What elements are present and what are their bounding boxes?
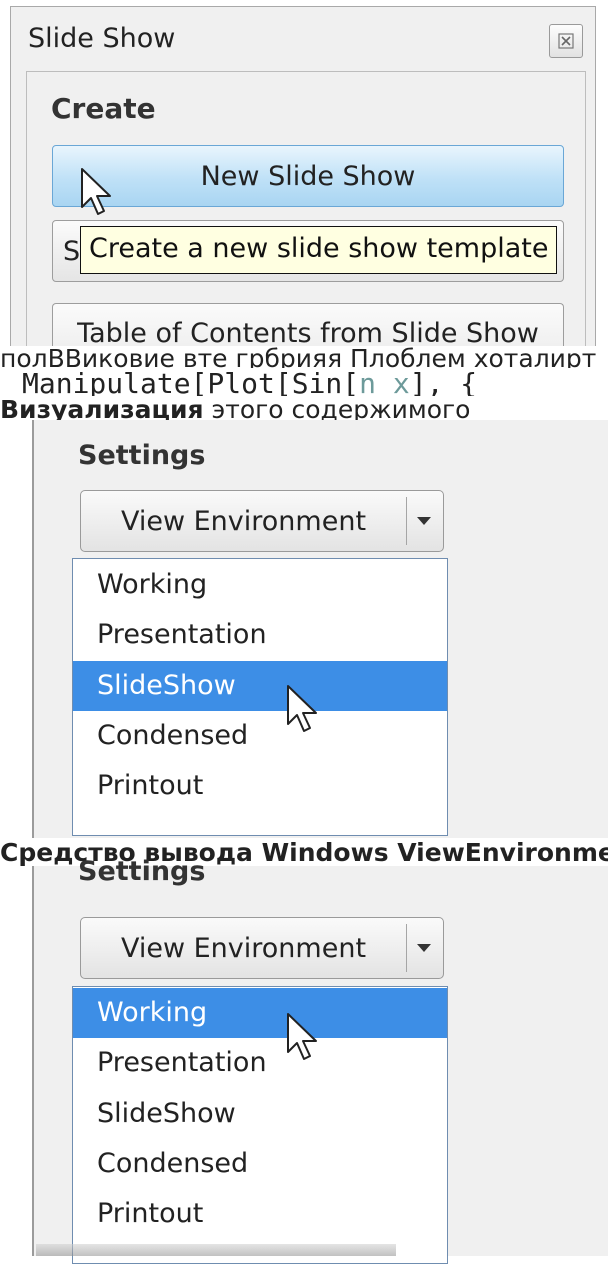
option-condensed[interactable]: Condensed: [73, 711, 447, 761]
settings-label-2: Settings: [78, 856, 206, 887]
new-slide-show-button[interactable]: New Slide Show: [52, 145, 564, 207]
option-condensed[interactable]: Condensed: [73, 1139, 447, 1189]
combo-separator: [406, 497, 407, 545]
cut-off-button-fragment: [36, 1244, 396, 1256]
create-section-label: Create: [51, 92, 156, 125]
tooltip: Create a new slide show template: [80, 226, 558, 274]
chevron-down-icon[interactable]: [416, 943, 432, 953]
option-slideshow[interactable]: SlideShow: [73, 1089, 447, 1139]
option-slideshow-selected[interactable]: SlideShow: [73, 661, 447, 711]
option-presentation[interactable]: Presentation: [73, 1038, 447, 1088]
chevron-down-icon[interactable]: [416, 516, 432, 526]
option-working[interactable]: Working: [73, 560, 447, 610]
palette-title: Slide Show: [28, 23, 176, 54]
mouse-cursor-icon: [287, 1013, 317, 1060]
view-environment-label-2: View Environment: [120, 932, 367, 964]
option-printout[interactable]: Printout: [73, 1189, 447, 1239]
obscured-button-label: S: [63, 235, 81, 267]
view-environment-combo-2[interactable]: View Environment: [80, 917, 444, 979]
toc-button-label: Table of Contents from Slide Show: [77, 318, 539, 349]
option-printout[interactable]: Printout: [73, 761, 447, 811]
view-environment-dropdown-1: Working Presentation SlideShow Condensed…: [72, 558, 448, 836]
view-environment-label-1: View Environment: [120, 505, 367, 537]
mouse-cursor-icon: [287, 685, 317, 732]
mouse-cursor-icon: [81, 168, 111, 215]
settings-label-1: Settings: [78, 440, 206, 471]
combo-separator: [406, 924, 407, 972]
option-presentation[interactable]: Presentation: [73, 610, 447, 660]
view-environment-combo-1[interactable]: View Environment: [80, 490, 444, 552]
close-button[interactable]: [549, 24, 583, 58]
option-working-selected[interactable]: Working: [73, 988, 447, 1038]
close-icon: [558, 33, 574, 49]
view-environment-dropdown-2: Working Presentation SlideShow Condensed…: [72, 986, 448, 1264]
new-slide-show-label: New Slide Show: [200, 160, 416, 192]
